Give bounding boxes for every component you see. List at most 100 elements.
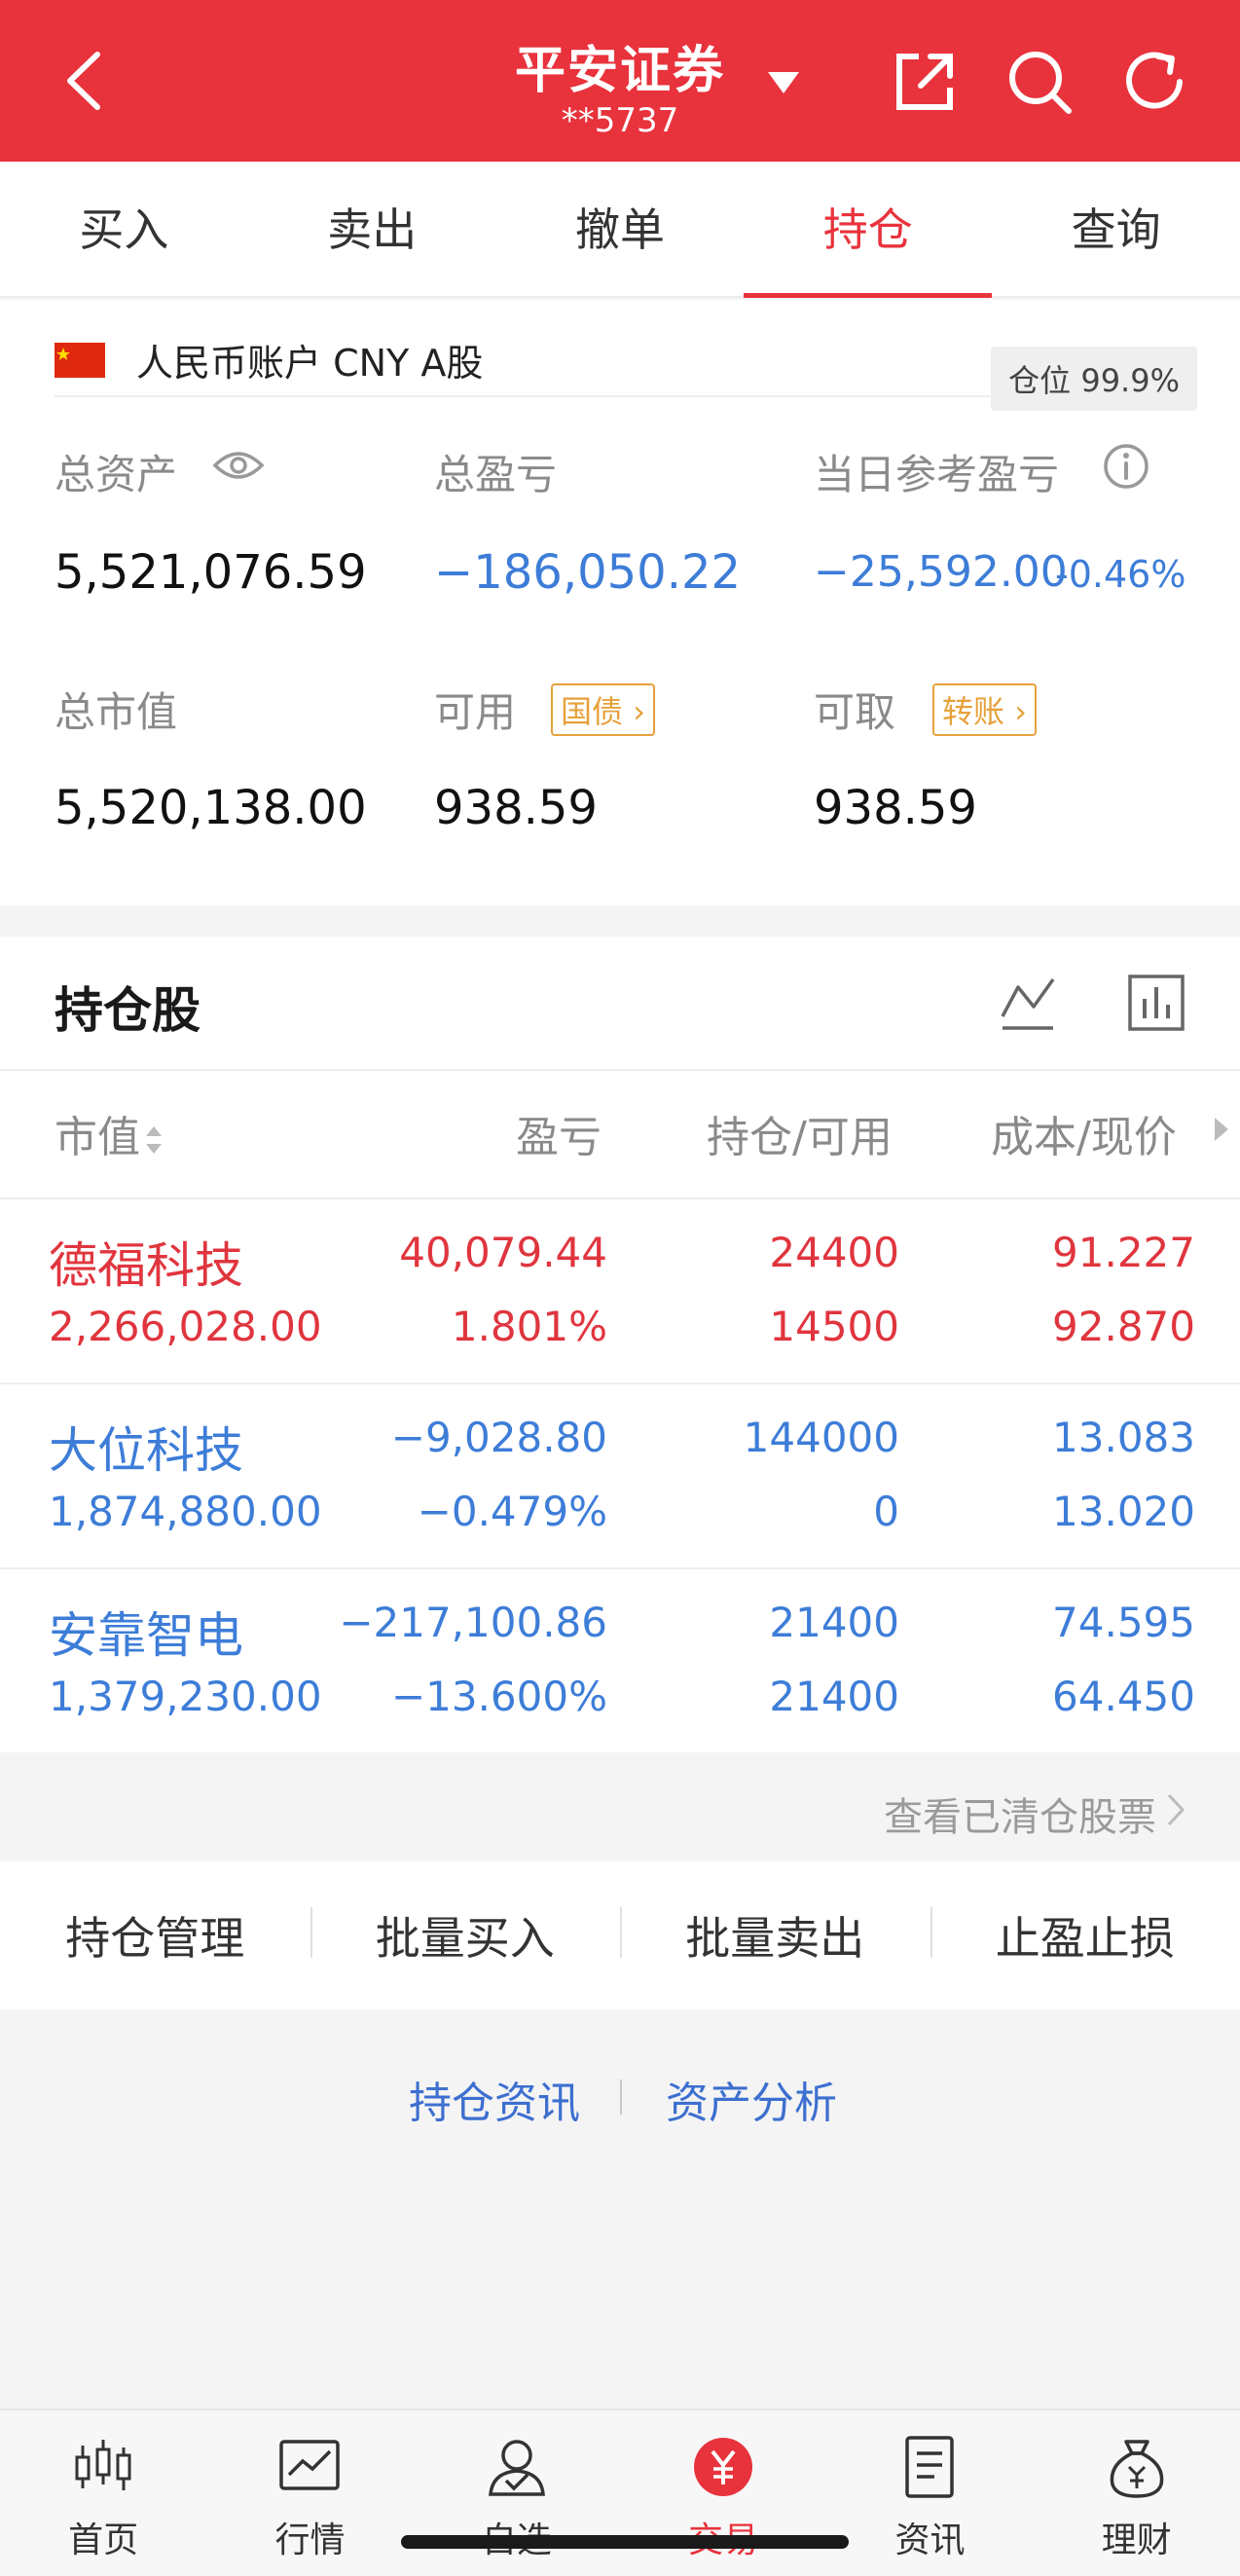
nav-label: 理财	[1101, 2521, 1172, 2560]
info-icon[interactable]	[1102, 442, 1150, 491]
nav-watchlist[interactable]: 自选	[414, 2410, 620, 2576]
daily-pnl-percent: -0.46%	[1055, 553, 1186, 596]
money-bag-icon	[1110, 2440, 1164, 2498]
stock-name: 安靠智电	[49, 1607, 243, 1664]
available-value: 938.59	[434, 781, 598, 835]
asset-analysis-link[interactable]: 资产分析	[666, 2068, 837, 2130]
nav-label: 资讯	[894, 2521, 966, 2560]
total-assets-label: 总资产	[55, 451, 178, 498]
stock-cost: 74.595	[1052, 1599, 1195, 1646]
stock-position: 144000	[743, 1414, 899, 1461]
stock-available: 14500	[769, 1303, 899, 1350]
stock-cost: 91.227	[1052, 1229, 1195, 1276]
treasury-tag-button[interactable]: 国债 ›	[551, 683, 655, 736]
top-bar: 平安证券 **5737	[0, 0, 1240, 162]
share-icon[interactable]	[890, 47, 960, 117]
dropdown-caret-icon[interactable]	[764, 68, 803, 97]
tab-sell[interactable]: 卖出	[248, 162, 496, 296]
stock-pnl-percent: −0.479%	[417, 1488, 607, 1535]
column-position[interactable]: 持仓/可用	[707, 1102, 893, 1164]
transfer-tag-button[interactable]: 转账 ›	[932, 683, 1037, 736]
candlestick-icon	[75, 2440, 131, 2490]
column-cost-price[interactable]: 成本/现价	[991, 1102, 1177, 1164]
scroll-right-icon[interactable]	[1211, 1116, 1230, 1143]
market-value-value: 5,520,138.00	[55, 781, 367, 835]
daily-pnl-label: 当日参考盈亏	[814, 451, 1060, 498]
position-actions: 持仓管理 批量买入 批量卖出 止盈止损	[0, 1861, 1240, 2009]
view-cleared-label: 查看已清仓股票	[884, 1795, 1156, 1840]
daily-pnl-value: −25,592.00	[814, 547, 1068, 597]
market-value-label: 总市值	[55, 688, 178, 736]
stock-name: 大位科技	[49, 1422, 243, 1479]
tab-positions[interactable]: 持仓	[744, 162, 992, 298]
holdings-title: 持仓股	[55, 982, 201, 1039]
stock-cost: 13.083	[1052, 1414, 1195, 1461]
tab-buy[interactable]: 买入	[0, 162, 248, 296]
nav-wealth[interactable]: 理财	[1034, 2410, 1240, 2576]
total-assets-value: 5,521,076.59	[55, 545, 367, 600]
nav-label: 首页	[68, 2521, 139, 2560]
stock-pnl: −9,028.80	[390, 1414, 607, 1461]
batch-buy-button[interactable]: 批量买入	[310, 1903, 621, 1968]
stock-market-value: 1,379,230.00	[49, 1673, 322, 1720]
holding-row[interactable]: 大位科技 1,874,880.00 −9,028.80 −0.479% 1440…	[0, 1384, 1240, 1569]
account-label: 人民币账户 CNY A股	[136, 342, 484, 385]
stock-available: 0	[873, 1488, 899, 1535]
tab-query[interactable]: 查询	[992, 162, 1240, 296]
sort-icon	[146, 1126, 162, 1154]
divider	[0, 1069, 1240, 1071]
stock-market-value: 2,266,028.00	[49, 1303, 322, 1350]
column-market-value[interactable]: 市值	[55, 1102, 164, 1164]
info-links: 持仓资讯 资产分析	[0, 2009, 1240, 2175]
treasury-tag-label: 国债	[561, 693, 624, 730]
view-cleared-stocks-link[interactable]: 查看已清仓股票	[884, 1785, 1156, 1842]
position-management-button[interactable]: 持仓管理	[0, 1903, 310, 1968]
user-icon	[488, 2440, 545, 2496]
bar-chart-icon[interactable]	[1127, 974, 1185, 1032]
stock-price: 13.020	[1052, 1488, 1195, 1535]
column-pnl[interactable]: 盈亏	[516, 1102, 602, 1164]
stock-price: 92.870	[1052, 1303, 1195, 1350]
line-chart-icon[interactable]	[999, 974, 1057, 1032]
chart-icon	[279, 2440, 341, 2490]
nav-home[interactable]: 首页	[0, 2410, 206, 2576]
holding-row[interactable]: 安靠智电 1,379,230.00 −217,100.86 −13.600% 2…	[0, 1569, 1240, 1754]
withdrawable-value: 938.59	[814, 781, 977, 835]
refresh-icon[interactable]	[1119, 47, 1189, 117]
total-pnl-label: 总盈亏	[434, 451, 558, 498]
stock-pnl-percent: −13.600%	[390, 1673, 607, 1720]
nav-news[interactable]: 资讯	[826, 2410, 1033, 2576]
stop-profit-loss-button[interactable]: 止盈止损	[930, 1903, 1240, 1968]
holdings-section: 持仓股 市值 盈亏 持仓/可用 成本/现价 德福科技 2,266,028.00 …	[0, 937, 1240, 1752]
batch-sell-button[interactable]: 批量卖出	[620, 1903, 930, 1968]
stock-available: 21400	[769, 1673, 899, 1720]
trade-tabs: 买入 卖出 撤单 持仓 查询	[0, 162, 1240, 298]
withdrawable-label: 可取	[814, 688, 896, 736]
nav-label: 行情	[274, 2521, 346, 2560]
stock-price: 64.450	[1052, 1673, 1195, 1720]
column-market-value-label: 市值	[55, 1113, 140, 1162]
stock-pnl: −217,100.86	[339, 1599, 607, 1646]
nav-trade[interactable]: 交易	[620, 2410, 826, 2576]
bottom-navigation: 首页 行情 自选 交易 资讯	[0, 2409, 1240, 2576]
view-cleared-strip: 查看已清仓股票	[0, 1752, 1240, 1861]
search-icon[interactable]	[1004, 47, 1075, 117]
eye-icon[interactable]	[212, 446, 265, 485]
tab-cancel[interactable]: 撤单	[496, 162, 745, 296]
stock-market-value: 1,874,880.00	[49, 1488, 322, 1535]
asset-summary: 人民币账户 CNY A股 仓位 99.9% 总资产 5,521,076.59 总…	[0, 300, 1240, 905]
nav-market[interactable]: 行情	[206, 2410, 413, 2576]
available-label: 可用	[434, 688, 517, 736]
stock-pnl-percent: 1.801%	[451, 1303, 607, 1350]
holding-row[interactable]: 德福科技 2,266,028.00 40,079.44 1.801% 24400…	[0, 1199, 1240, 1384]
position-ratio-badge: 仓位 99.9%	[991, 347, 1197, 411]
divider	[620, 2079, 622, 2115]
account-row[interactable]: 人民币账户 CNY A股 仓位 99.9%	[55, 319, 1197, 411]
transfer-tag-label: 转账	[942, 693, 1005, 730]
stock-position: 24400	[769, 1229, 899, 1276]
position-news-link[interactable]: 持仓资讯	[409, 2068, 580, 2130]
document-icon	[905, 2436, 955, 2498]
total-pnl-value: −186,050.22	[434, 545, 742, 600]
home-indicator[interactable]	[401, 2535, 849, 2549]
china-flag-icon	[55, 343, 105, 378]
